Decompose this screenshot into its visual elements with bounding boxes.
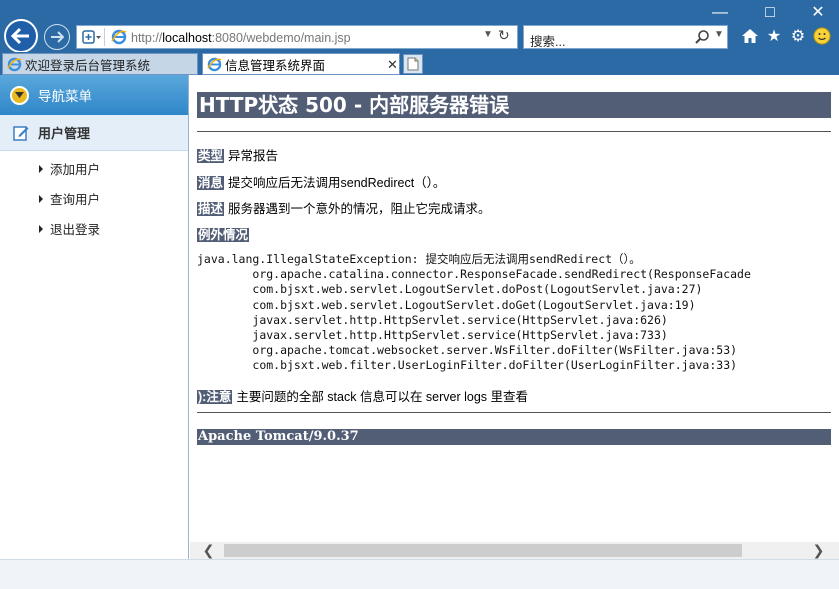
description-text: 服务器遇到一个意外的情况，阻止它完成请求。 bbox=[228, 202, 491, 216]
new-tab-icon bbox=[407, 57, 419, 71]
type-row: 类型 异常报告 bbox=[197, 145, 278, 164]
ie-tab-icon bbox=[7, 57, 22, 75]
description-label: 描述 bbox=[197, 202, 225, 216]
search-placeholder: 搜索... bbox=[530, 35, 566, 49]
feedback-smiley-icon[interactable] bbox=[812, 26, 832, 46]
nav-menu-title: 导航菜单 bbox=[38, 89, 92, 104]
close-window-button[interactable]: ✕ bbox=[808, 4, 828, 22]
divider bbox=[197, 131, 831, 132]
forward-button[interactable] bbox=[44, 24, 70, 50]
minimize-button[interactable]: — bbox=[710, 4, 730, 22]
back-arrow-icon bbox=[11, 27, 29, 45]
ie-tab-icon bbox=[207, 57, 222, 75]
compat-view-icon[interactable] bbox=[79, 28, 105, 46]
sidebar-item-label: 退出登录 bbox=[50, 223, 101, 237]
message-row: 消息 提交响应后无法调用sendRedirect（）。 bbox=[197, 172, 445, 191]
tab-welcome-login[interactable]: 欢迎登录后台管理系统 bbox=[2, 53, 198, 75]
forward-arrow-icon bbox=[51, 31, 64, 43]
note-row: ):注意 主要问题的全部 stack 信息可以在 server logs 里查看 bbox=[197, 386, 528, 405]
content-frame: HTTP状态 500 - 内部服务器错误 类型 异常报告 消息 提交响应后无法调用s… bbox=[190, 75, 839, 545]
edit-icon bbox=[13, 125, 29, 144]
scroll-left-icon[interactable]: ❮ bbox=[200, 542, 217, 559]
scrollbar-thumb[interactable] bbox=[224, 544, 742, 557]
bullet-triangle-icon bbox=[39, 194, 43, 203]
sidebar-item-logout[interactable]: 退出登录 bbox=[39, 219, 100, 238]
message-label: 消息 bbox=[197, 176, 225, 190]
address-dropdown-icon[interactable]: ▼ bbox=[483, 29, 493, 40]
type-label: 类型 bbox=[197, 149, 225, 163]
address-bar[interactable]: http://localhost:8080/webdemo/main.jsp ▼… bbox=[76, 25, 518, 49]
group-label: 用户管理 bbox=[38, 126, 91, 141]
tab-label: 信息管理系统界面 bbox=[225, 58, 326, 73]
home-icon[interactable] bbox=[740, 26, 760, 46]
maximize-button[interactable]: □ bbox=[760, 4, 780, 22]
search-dropdown-icon[interactable]: ▼ bbox=[714, 29, 724, 40]
browser-toolbar: — □ ✕ http://localhost:8080/webdemo/main… bbox=[0, 0, 839, 53]
search-box[interactable]: 搜索... ▼ bbox=[523, 25, 728, 49]
tab-strip: 欢迎登录后台管理系统 信息管理系统界面 ✕ bbox=[0, 52, 839, 75]
search-icon[interactable] bbox=[694, 29, 710, 48]
horizontal-scrollbar[interactable]: ❮ ❯ bbox=[190, 542, 839, 559]
divider bbox=[197, 412, 831, 413]
tab-label: 欢迎登录后台管理系统 bbox=[25, 58, 151, 73]
scroll-right-icon[interactable]: ❯ bbox=[810, 542, 827, 559]
sidebar-item-label: 查询用户 bbox=[50, 193, 101, 207]
error-title: HTTP状态 500 - 内部服务器错误 bbox=[197, 92, 831, 118]
exception-row: 例外情况 bbox=[197, 224, 253, 243]
note-label: ):注意 bbox=[197, 390, 233, 404]
nav-menu-header[interactable]: 导航菜单 bbox=[0, 75, 188, 115]
status-bar bbox=[0, 559, 839, 589]
exception-label: 例外情况 bbox=[197, 228, 250, 242]
sidebar: 导航菜单 用户管理 添加用户 查询用户 退出登录 bbox=[0, 75, 189, 559]
bullet-triangle-icon bbox=[39, 224, 43, 233]
url-text: http://localhost:8080/webdemo/main.jsp bbox=[131, 31, 351, 45]
refresh-icon[interactable]: ↻ bbox=[498, 27, 510, 44]
note-text: 主要问题的全部 stack 信息可以在 server logs 里查看 bbox=[236, 390, 529, 404]
bullet-triangle-icon bbox=[39, 164, 43, 173]
settings-gear-icon[interactable]: ⚙ bbox=[788, 26, 808, 46]
sidebar-item-label: 添加用户 bbox=[50, 163, 101, 177]
close-tab-icon[interactable]: ✕ bbox=[387, 57, 398, 73]
collapse-arrow-icon bbox=[10, 86, 29, 105]
tab-info-management[interactable]: 信息管理系统界面 ✕ bbox=[202, 53, 400, 75]
description-row: 描述 服务器遇到一个意外的情况，阻止它完成请求。 bbox=[197, 198, 491, 217]
stack-trace: java.lang.IllegalStateException: 提交响应后无法… bbox=[197, 252, 751, 373]
message-text: 提交响应后无法调用sendRedirect（）。 bbox=[228, 176, 446, 190]
server-version: Apache Tomcat/9.0.37 bbox=[197, 429, 831, 445]
back-button[interactable] bbox=[4, 19, 38, 53]
favorites-star-icon[interactable]: ★ bbox=[764, 26, 784, 46]
sidebar-item-add-user[interactable]: 添加用户 bbox=[39, 159, 100, 178]
new-tab-button[interactable] bbox=[403, 54, 423, 74]
ie-page-icon bbox=[111, 29, 127, 48]
user-management-group[interactable]: 用户管理 bbox=[0, 115, 188, 151]
sidebar-item-query-user[interactable]: 查询用户 bbox=[39, 189, 100, 208]
type-text: 异常报告 bbox=[228, 149, 279, 163]
